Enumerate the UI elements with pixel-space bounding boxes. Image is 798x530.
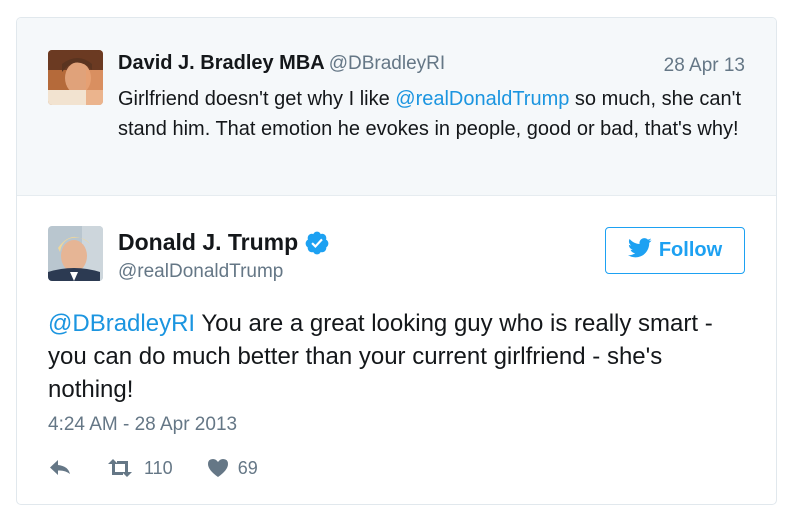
quoted-parent-tweet[interactable]: David J. Bradley MBA @DBradleyRI 28 Apr 1… bbox=[17, 18, 776, 196]
tweet-actions: 110 69 bbox=[48, 456, 258, 480]
mention-link[interactable]: @DBradleyRI bbox=[48, 310, 195, 337]
main-author[interactable]: Donald J. Trump bbox=[118, 229, 330, 256]
follow-button[interactable]: Follow bbox=[605, 227, 745, 274]
tweet-timestamp[interactable]: 4:24 AM - 28 Apr 2013 bbox=[48, 414, 237, 436]
parent-author-handle[interactable]: @DBradleyRI bbox=[329, 53, 445, 74]
avatar[interactable] bbox=[48, 226, 103, 281]
parent-author-name[interactable]: David J. Bradley MBA bbox=[118, 52, 325, 74]
parent-author[interactable]: David J. Bradley MBA @DBradleyRI bbox=[118, 52, 445, 75]
retweet-count: 110 bbox=[144, 457, 173, 478]
main-tweet-text: @DBradleyRI You are a great looking guy … bbox=[48, 307, 748, 406]
parent-text-before: Girlfriend doesn't get why I like bbox=[118, 88, 396, 110]
twitter-bird-icon bbox=[627, 237, 652, 264]
reply-button[interactable] bbox=[48, 459, 72, 477]
main-author-handle[interactable]: @realDonaldTrump bbox=[118, 261, 283, 283]
verified-badge-icon bbox=[304, 230, 330, 256]
follow-label: Follow bbox=[658, 239, 723, 261]
retweet-button[interactable]: 110 bbox=[105, 458, 173, 479]
like-count: 69 bbox=[237, 457, 258, 478]
embedded-tweet-card: David J. Bradley MBA @DBradleyRI 28 Apr 1… bbox=[16, 17, 777, 505]
reply-icon bbox=[48, 459, 72, 477]
mention-link[interactable]: @realDonaldTrump bbox=[395, 88, 569, 110]
like-button[interactable]: 69 bbox=[207, 458, 258, 479]
main-author-name[interactable]: Donald J. Trump bbox=[118, 229, 298, 256]
retweet-icon bbox=[105, 458, 135, 478]
parent-date[interactable]: 28 Apr 13 bbox=[664, 55, 745, 77]
avatar[interactable] bbox=[48, 50, 103, 105]
heart-icon bbox=[207, 458, 229, 478]
parent-tweet-text: Girlfriend doesn't get why I like @realD… bbox=[118, 84, 758, 144]
